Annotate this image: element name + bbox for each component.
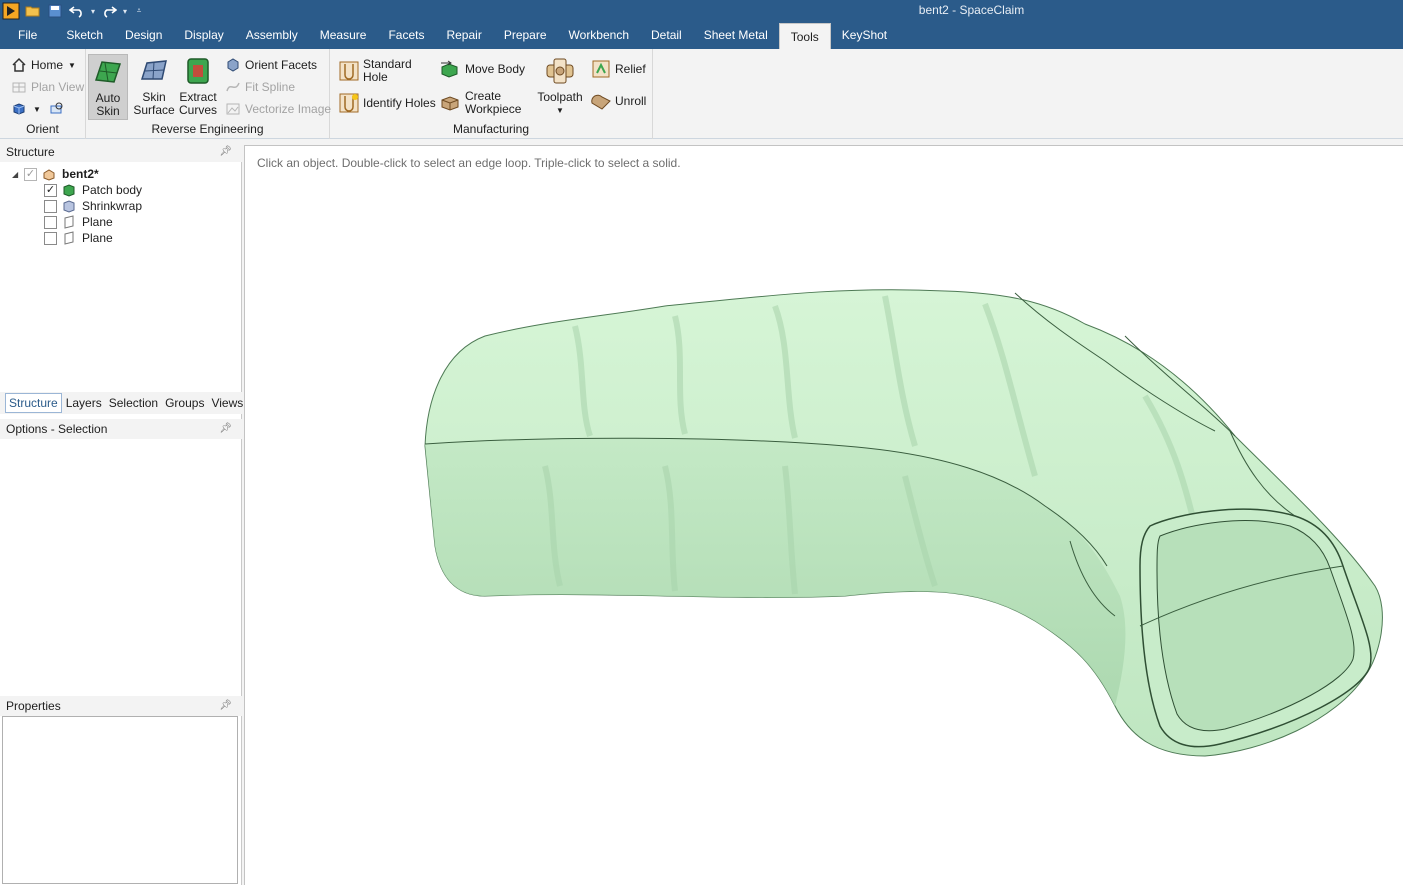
skin-surface-icon xyxy=(137,54,171,88)
home-button[interactable]: Home ▼ xyxy=(10,55,76,75)
tab-display[interactable]: Display xyxy=(173,22,234,49)
tab-repair[interactable]: Repair xyxy=(435,22,492,49)
move-body-icon xyxy=(438,59,462,79)
expand-icon[interactable]: ◢ xyxy=(12,170,24,179)
plan-view-icon xyxy=(10,78,28,96)
tab-facets[interactable]: Facets xyxy=(377,22,435,49)
tab-sheet-metal[interactable]: Sheet Metal xyxy=(693,22,779,49)
plane-icon xyxy=(62,215,76,229)
tab-groups[interactable]: Groups xyxy=(162,394,207,412)
create-workpiece-button[interactable]: Create Workpiece xyxy=(438,89,521,117)
toolpath-button[interactable]: Toolpath ▼ xyxy=(536,54,584,117)
auto-skin-button[interactable]: Auto Skin xyxy=(88,54,128,120)
options-panel-header: Options - Selection 📌︎ xyxy=(0,419,242,439)
bent-tube-model[interactable] xyxy=(245,146,1403,885)
ribbon-panel: Home ▼ Plan View ▼ Orient Auto Skin Skin… xyxy=(0,49,1403,139)
orient-group: Home ▼ Plan View ▼ Orient xyxy=(0,49,86,139)
tab-tools[interactable]: Tools xyxy=(778,23,831,49)
tab-workbench[interactable]: Workbench xyxy=(558,22,640,49)
plan-view-button[interactable]: Plan View xyxy=(10,77,84,97)
pin-icon[interactable]: 📌︎ xyxy=(219,142,232,162)
tab-file[interactable]: File xyxy=(0,22,55,49)
tree-item-shrinkwrap[interactable]: Shrinkwrap xyxy=(44,198,142,214)
tree-root[interactable]: ◢ ✓ bent2* xyxy=(12,166,99,182)
options-panel-title: Options - Selection xyxy=(6,422,108,436)
plane-checkbox[interactable] xyxy=(44,215,57,229)
create-workpiece-icon xyxy=(438,93,462,113)
unroll-button[interactable]: Unroll xyxy=(590,91,646,111)
zoom-fit-icon[interactable] xyxy=(47,100,65,118)
identify-holes-button[interactable]: Identify Holes xyxy=(338,93,436,113)
patch-body-checkbox[interactable]: ✓ xyxy=(44,183,57,197)
orient-facets-button[interactable]: Orient Facets xyxy=(224,55,317,75)
unroll-icon xyxy=(590,91,612,111)
orient-group-label: Orient xyxy=(26,122,59,136)
relief-icon xyxy=(590,59,612,79)
fit-spline-icon xyxy=(224,78,242,96)
properties-panel-header: Properties 📌︎ xyxy=(0,696,242,716)
toolpath-icon xyxy=(543,54,577,88)
tab-measure[interactable]: Measure xyxy=(309,22,378,49)
structure-panel-header: Structure 📌︎ xyxy=(0,142,242,162)
tab-keyshot[interactable]: KeyShot xyxy=(831,22,898,49)
extract-curves-button[interactable]: Extract Curves xyxy=(178,54,218,117)
chevron-down-icon: ▼ xyxy=(68,60,76,70)
relief-button[interactable]: Relief xyxy=(590,59,646,79)
properties-panel-title: Properties xyxy=(6,699,61,713)
design-viewport[interactable]: Click an object. Double-click to select … xyxy=(244,145,1403,885)
plane-checkbox[interactable] xyxy=(44,231,57,245)
tree-item-plane[interactable]: Plane xyxy=(44,230,113,246)
home-icon xyxy=(10,56,28,74)
tree-item-patch-body[interactable]: ✓ Patch body xyxy=(44,182,142,198)
skin-surface-button[interactable]: Skin Surface xyxy=(132,54,176,117)
title-bar: ▾ ▾ ⩡ bent2 - SpaceClaim xyxy=(0,0,1403,22)
ribbon-tabs: File Sketch Design Display Assembly Meas… xyxy=(0,22,1403,49)
standard-hole-button[interactable]: Standard Hole xyxy=(338,57,412,85)
view-cube-icon xyxy=(10,100,28,118)
tab-detail[interactable]: Detail xyxy=(640,22,693,49)
structure-panel-title: Structure xyxy=(6,145,55,159)
pin-icon[interactable]: 📌︎ xyxy=(219,419,232,439)
auto-skin-icon xyxy=(91,55,125,89)
tab-layers[interactable]: Layers xyxy=(63,394,105,412)
vectorize-image-icon xyxy=(224,100,242,118)
fit-spline-button[interactable]: Fit Spline xyxy=(224,77,295,97)
pin-icon[interactable]: 📌︎ xyxy=(219,696,232,716)
window-title: bent2 - SpaceClaim xyxy=(918,3,1025,17)
shrinkwrap-checkbox[interactable] xyxy=(44,199,57,213)
tab-design[interactable]: Design xyxy=(114,22,173,49)
view-cube-button[interactable]: ▼ xyxy=(10,99,68,119)
plane-icon xyxy=(62,231,76,245)
properties-grid[interactable] xyxy=(2,716,238,884)
reverse-engineering-group-label: Reverse Engineering xyxy=(151,122,264,136)
left-panel: Structure 📌︎ ◢ ✓ bent2* ✓ Patch body Shr… xyxy=(0,142,243,885)
reverse-engineering-group: Auto Skin Skin Surface Extract Curves Or… xyxy=(86,49,331,139)
tree-item-plane[interactable]: Plane xyxy=(44,214,113,230)
tab-prepare[interactable]: Prepare xyxy=(493,22,558,49)
tab-structure[interactable]: Structure xyxy=(5,393,62,413)
manufacturing-group-label: Manufacturing xyxy=(452,122,530,136)
chevron-down-icon: ▼ xyxy=(556,106,564,115)
solid-body-icon xyxy=(62,183,76,197)
tab-views[interactable]: Views xyxy=(208,394,246,412)
design-icon xyxy=(42,167,56,181)
mesh-body-icon xyxy=(62,199,76,213)
structure-panel-tabs: Structure Layers Selection Groups Views xyxy=(0,392,243,414)
identify-holes-icon xyxy=(338,92,360,114)
extract-curves-icon xyxy=(181,54,215,88)
tab-selection[interactable]: Selection xyxy=(106,394,161,412)
vectorize-image-button[interactable]: Vectorize Image xyxy=(224,99,331,119)
standard-hole-icon xyxy=(338,60,360,82)
tab-assembly[interactable]: Assembly xyxy=(235,22,309,49)
orient-facets-icon xyxy=(224,56,242,74)
tree-root-checkbox[interactable]: ✓ xyxy=(24,167,37,181)
manufacturing-group: Standard Hole Identify Holes Move Body C… xyxy=(330,49,653,139)
move-body-button[interactable]: Move Body xyxy=(438,59,525,79)
chevron-down-icon: ▼ xyxy=(33,104,41,114)
tab-sketch[interactable]: Sketch xyxy=(55,22,114,49)
